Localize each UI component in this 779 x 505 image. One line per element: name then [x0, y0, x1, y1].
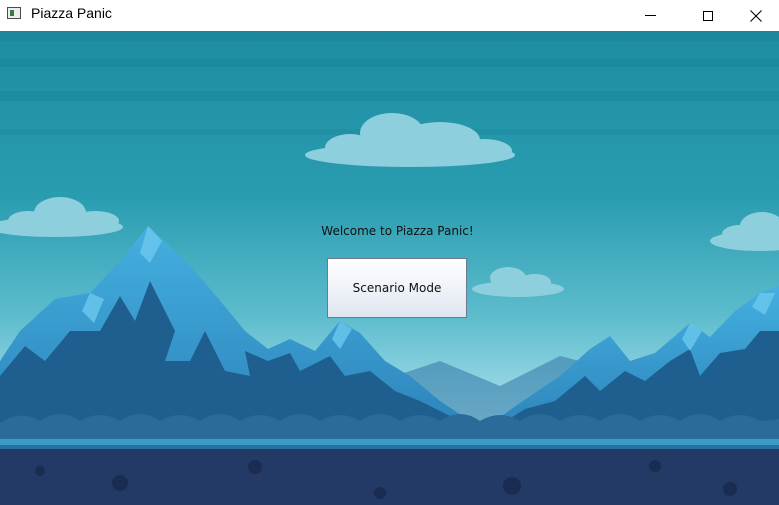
maximize-button[interactable]: [685, 0, 731, 31]
close-button[interactable]: [733, 0, 779, 31]
scenario-mode-button[interactable]: Scenario Mode: [327, 258, 467, 318]
close-icon: [750, 9, 762, 22]
window-title: Piazza Panic: [31, 5, 112, 21]
welcome-text: Welcome to Piazza Panic!: [321, 224, 474, 238]
minimize-icon: [644, 15, 656, 16]
ground-stripe-shadow: [0, 445, 779, 449]
ground-stripe: [0, 439, 779, 445]
app-window-icon: [7, 7, 21, 19]
window-title-bar: Piazza Panic: [0, 0, 779, 31]
maximize-icon: [703, 10, 713, 21]
minimize-button[interactable]: [627, 0, 673, 31]
game-canvas: Welcome to Piazza Panic! Scenario Mode: [0, 31, 779, 505]
